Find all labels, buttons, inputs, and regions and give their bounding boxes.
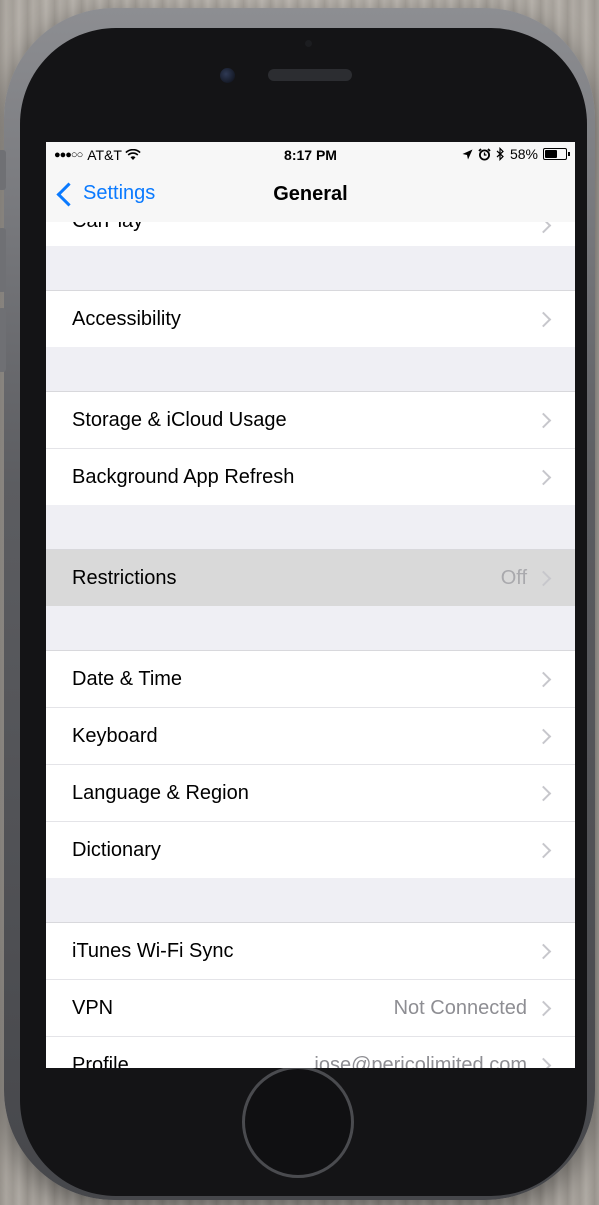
page-title: General — [273, 183, 348, 205]
settings-row-language-region[interactable]: Language & Region — [46, 765, 575, 822]
proximity-sensor — [305, 40, 312, 47]
battery-icon — [543, 148, 570, 160]
front-camera — [220, 68, 235, 83]
volume-up-button — [0, 228, 6, 292]
navigation-bar: Settings General — [46, 168, 575, 223]
chevron-right-icon — [535, 570, 552, 587]
row-label: Keyboard — [72, 725, 158, 747]
volume-down-button — [0, 308, 6, 372]
location-arrow-icon — [462, 149, 473, 159]
chevron-right-icon — [535, 842, 552, 859]
section-gap — [46, 606, 575, 651]
row-label: Language & Region — [72, 782, 249, 804]
mute-switch — [0, 150, 6, 190]
chevron-right-icon — [535, 1000, 552, 1017]
row-label: iTunes Wi-Fi Sync — [72, 940, 234, 962]
row-label: Profile — [72, 1054, 129, 1068]
section-gap — [46, 246, 575, 291]
settings-row-storage-icloud[interactable]: Storage & iCloud Usage — [46, 392, 575, 449]
row-label: Date & Time — [72, 668, 183, 690]
row-label: VPN — [72, 997, 114, 1019]
row-value: Off — [500, 567, 527, 589]
row-label: Dictionary — [72, 839, 161, 861]
settings-row-background-refresh[interactable]: Background App Refresh — [46, 449, 575, 505]
section-gap — [46, 505, 575, 550]
settings-row-dictionary[interactable]: Dictionary — [46, 822, 575, 878]
home-button[interactable] — [242, 1066, 354, 1178]
battery-level-fill — [545, 150, 557, 158]
row-label: CarPlay — [72, 222, 143, 233]
settings-row-date-time[interactable]: Date & Time — [46, 651, 575, 708]
bluetooth-icon — [496, 147, 504, 161]
settings-row-itunes-wifi-sync[interactable]: iTunes Wi-Fi Sync — [46, 923, 575, 980]
battery-percent: 58% — [509, 146, 538, 162]
row-label: Accessibility — [72, 308, 181, 330]
settings-row-profile[interactable]: Profile jose@pericolimited.com — [46, 1037, 575, 1068]
settings-row-vpn[interactable]: VPN Not Connected — [46, 980, 575, 1037]
phone-screen: ●●●○○ AT&T 8:17 PM 58% Settings General … — [46, 142, 575, 1068]
settings-row-keyboard[interactable]: Keyboard — [46, 708, 575, 765]
chevron-right-icon — [535, 412, 552, 429]
chevron-right-icon — [535, 1057, 552, 1068]
chevron-right-icon — [535, 222, 552, 234]
settings-row-carplay[interactable]: CarPlay — [46, 222, 575, 246]
settings-row-accessibility[interactable]: Accessibility — [46, 291, 575, 347]
chevron-right-icon — [535, 469, 552, 486]
chevron-right-icon — [535, 943, 552, 960]
chevron-right-icon — [535, 311, 552, 328]
chevron-right-icon — [535, 785, 552, 802]
battery-tip — [568, 152, 570, 156]
alarm-clock-icon — [478, 147, 491, 160]
settings-list: CarPlay Accessibility Storage & iCloud U… — [46, 222, 575, 1068]
earpiece-speaker — [268, 69, 352, 81]
row-value: Not Connected — [393, 997, 527, 1019]
chevron-right-icon — [535, 728, 552, 745]
row-value: jose@pericolimited.com — [314, 1054, 527, 1068]
row-label: Storage & iCloud Usage — [72, 409, 287, 431]
settings-row-restrictions[interactable]: Restrictions Off — [46, 550, 575, 606]
section-gap — [46, 347, 575, 392]
section-gap — [46, 878, 575, 923]
row-label: Background App Refresh — [72, 466, 295, 488]
row-label: Restrictions — [72, 567, 177, 589]
chevron-right-icon — [535, 671, 552, 688]
status-bar: ●●●○○ AT&T 8:17 PM 58% — [46, 142, 575, 168]
